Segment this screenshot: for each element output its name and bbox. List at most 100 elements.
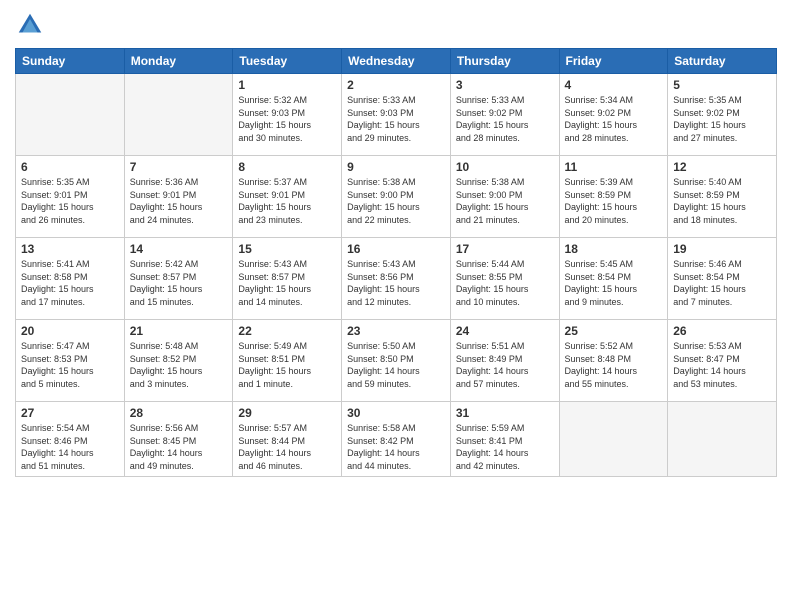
day-info: Sunrise: 5:56 AM Sunset: 8:45 PM Dayligh… [130,422,228,472]
day-number: 24 [456,324,554,338]
day-info: Sunrise: 5:50 AM Sunset: 8:50 PM Dayligh… [347,340,445,390]
day-info: Sunrise: 5:34 AM Sunset: 9:02 PM Dayligh… [565,94,663,144]
calendar-week-row: 20 Sunrise: 5:47 AM Sunset: 8:53 PM Dayli… [16,320,777,402]
day-info: Sunrise: 5:32 AM Sunset: 9:03 PM Dayligh… [238,94,336,144]
day-number: 26 [673,324,771,338]
calendar-cell [559,402,668,477]
day-info: Sunrise: 5:49 AM Sunset: 8:51 PM Dayligh… [238,340,336,390]
calendar-cell: 8Sunrise: 5:37 AM Sunset: 9:01 PM Daylig… [233,156,342,238]
day-number: 16 [347,242,445,256]
day-info: Sunrise: 5:57 AM Sunset: 8:44 PM Dayligh… [238,422,336,472]
day-info: Sunrise: 5:48 AM Sunset: 8:52 PM Dayligh… [130,340,228,390]
calendar-header-tuesday: Tuesday [233,49,342,74]
day-info: Sunrise: 5:51 AM Sunset: 8:49 PM Dayligh… [456,340,554,390]
calendar-header-wednesday: Wednesday [342,49,451,74]
day-info: Sunrise: 5:33 AM Sunset: 9:03 PM Dayligh… [347,94,445,144]
calendar-cell: 22 Sunrise: 5:49 AM Sunset: 8:51 PM Dayli… [233,320,342,402]
day-info: Sunrise: 5:41 AM Sunset: 8:58 PM Dayligh… [21,258,119,308]
calendar-week-row: 27 Sunrise: 5:54 AM Sunset: 8:46 PM Dayli… [16,402,777,477]
calendar-cell: 16 Sunrise: 5:43 AM Sunset: 8:56 PM Dayli… [342,238,451,320]
day-number: 14 [130,242,228,256]
calendar-cell: 20 Sunrise: 5:47 AM Sunset: 8:53 PM Dayli… [16,320,125,402]
day-number: 18 [565,242,663,256]
calendar-cell: 25 Sunrise: 5:52 AM Sunset: 8:48 PM Dayli… [559,320,668,402]
day-info: Sunrise: 5:47 AM Sunset: 8:53 PM Dayligh… [21,340,119,390]
day-number: 2 [347,78,445,92]
page: SundayMondayTuesdayWednesdayThursdayFrid… [0,0,792,612]
calendar-cell [16,74,125,156]
day-number: 8 [238,160,336,174]
calendar-header-friday: Friday [559,49,668,74]
day-number: 28 [130,406,228,420]
calendar-cell: 19Sunrise: 5:46 AM Sunset: 8:54 PM Dayli… [668,238,777,320]
day-number: 27 [21,406,119,420]
day-info: Sunrise: 5:38 AM Sunset: 9:00 PM Dayligh… [456,176,554,226]
calendar-cell: 23Sunrise: 5:50 AM Sunset: 8:50 PM Dayli… [342,320,451,402]
calendar-week-row: 1Sunrise: 5:32 AM Sunset: 9:03 PM Daylig… [16,74,777,156]
calendar-cell: 12 Sunrise: 5:40 AM Sunset: 8:59 PM Dayli… [668,156,777,238]
calendar-header-row: SundayMondayTuesdayWednesdayThursdayFrid… [16,49,777,74]
calendar-cell: 27 Sunrise: 5:54 AM Sunset: 8:46 PM Dayli… [16,402,125,477]
day-info: Sunrise: 5:53 AM Sunset: 8:47 PM Dayligh… [673,340,771,390]
day-number: 20 [21,324,119,338]
calendar-cell: 11 Sunrise: 5:39 AM Sunset: 8:59 PM Dayli… [559,156,668,238]
day-info: Sunrise: 5:35 AM Sunset: 9:01 PM Dayligh… [21,176,119,226]
day-number: 13 [21,242,119,256]
day-info: Sunrise: 5:35 AM Sunset: 9:02 PM Dayligh… [673,94,771,144]
calendar-cell: 9Sunrise: 5:38 AM Sunset: 9:00 PM Daylig… [342,156,451,238]
calendar-cell: 5 Sunrise: 5:35 AM Sunset: 9:02 PM Daylig… [668,74,777,156]
calendar-header-sunday: Sunday [16,49,125,74]
calendar-cell: 31Sunrise: 5:59 AM Sunset: 8:41 PM Dayli… [450,402,559,477]
day-number: 30 [347,406,445,420]
day-info: Sunrise: 5:54 AM Sunset: 8:46 PM Dayligh… [21,422,119,472]
calendar-header-saturday: Saturday [668,49,777,74]
day-number: 5 [673,78,771,92]
day-number: 21 [130,324,228,338]
day-info: Sunrise: 5:42 AM Sunset: 8:57 PM Dayligh… [130,258,228,308]
calendar-cell: 21 Sunrise: 5:48 AM Sunset: 8:52 PM Dayli… [124,320,233,402]
calendar-cell: 6 Sunrise: 5:35 AM Sunset: 9:01 PM Daylig… [16,156,125,238]
calendar-cell: 17Sunrise: 5:44 AM Sunset: 8:55 PM Dayli… [450,238,559,320]
calendar-cell: 3 Sunrise: 5:33 AM Sunset: 9:02 PM Daylig… [450,74,559,156]
day-number: 17 [456,242,554,256]
day-info: Sunrise: 5:52 AM Sunset: 8:48 PM Dayligh… [565,340,663,390]
calendar-cell: 24 Sunrise: 5:51 AM Sunset: 8:49 PM Dayli… [450,320,559,402]
day-number: 10 [456,160,554,174]
calendar-cell: 13 Sunrise: 5:41 AM Sunset: 8:58 PM Dayli… [16,238,125,320]
day-number: 22 [238,324,336,338]
day-info: Sunrise: 5:40 AM Sunset: 8:59 PM Dayligh… [673,176,771,226]
day-number: 15 [238,242,336,256]
day-number: 7 [130,160,228,174]
day-info: Sunrise: 5:43 AM Sunset: 8:56 PM Dayligh… [347,258,445,308]
day-info: Sunrise: 5:33 AM Sunset: 9:02 PM Dayligh… [456,94,554,144]
day-info: Sunrise: 5:45 AM Sunset: 8:54 PM Dayligh… [565,258,663,308]
calendar-table: SundayMondayTuesdayWednesdayThursdayFrid… [15,48,777,477]
calendar-cell: 7 Sunrise: 5:36 AM Sunset: 9:01 PM Daylig… [124,156,233,238]
calendar-header-thursday: Thursday [450,49,559,74]
day-info: Sunrise: 5:46 AM Sunset: 8:54 PM Dayligh… [673,258,771,308]
day-info: Sunrise: 5:58 AM Sunset: 8:42 PM Dayligh… [347,422,445,472]
day-number: 11 [565,160,663,174]
calendar-cell [668,402,777,477]
logo [15,10,49,40]
calendar-cell [124,74,233,156]
calendar-cell: 18 Sunrise: 5:45 AM Sunset: 8:54 PM Dayli… [559,238,668,320]
calendar-cell: 29 Sunrise: 5:57 AM Sunset: 8:44 PM Dayli… [233,402,342,477]
day-info: Sunrise: 5:39 AM Sunset: 8:59 PM Dayligh… [565,176,663,226]
calendar-cell: 28 Sunrise: 5:56 AM Sunset: 8:45 PM Dayli… [124,402,233,477]
day-number: 12 [673,160,771,174]
calendar-cell: 14 Sunrise: 5:42 AM Sunset: 8:57 PM Dayli… [124,238,233,320]
day-number: 6 [21,160,119,174]
day-number: 9 [347,160,445,174]
day-info: Sunrise: 5:36 AM Sunset: 9:01 PM Dayligh… [130,176,228,226]
calendar-cell: 10 Sunrise: 5:38 AM Sunset: 9:00 PM Dayli… [450,156,559,238]
day-number: 3 [456,78,554,92]
day-info: Sunrise: 5:43 AM Sunset: 8:57 PM Dayligh… [238,258,336,308]
day-number: 29 [238,406,336,420]
day-info: Sunrise: 5:59 AM Sunset: 8:41 PM Dayligh… [456,422,554,472]
calendar-cell: 30 Sunrise: 5:58 AM Sunset: 8:42 PM Dayli… [342,402,451,477]
calendar-cell: 2 Sunrise: 5:33 AM Sunset: 9:03 PM Daylig… [342,74,451,156]
day-number: 25 [565,324,663,338]
calendar-cell: 4Sunrise: 5:34 AM Sunset: 9:02 PM Daylig… [559,74,668,156]
header [15,10,777,40]
